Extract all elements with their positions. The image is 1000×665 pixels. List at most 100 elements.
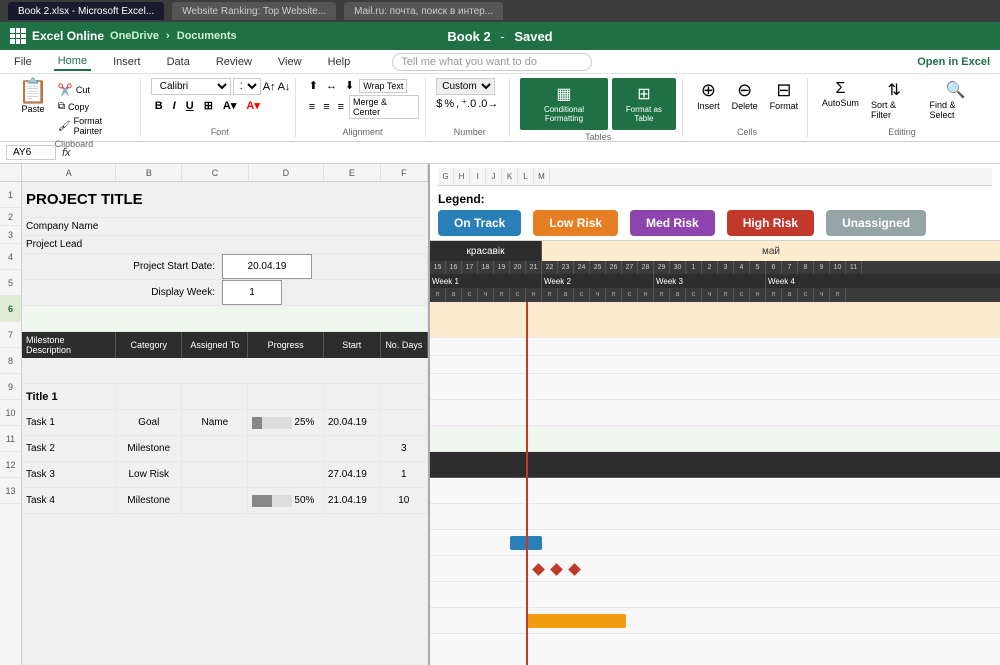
menu-insert[interactable]: Insert xyxy=(109,54,145,70)
empty-cell-8 xyxy=(22,358,428,383)
fill-color-button[interactable]: A▾ xyxy=(219,97,240,114)
align-top-button[interactable]: ⬆ xyxy=(306,78,321,93)
task1-desc[interactable]: Task 1 xyxy=(22,410,116,435)
align-bottom-button[interactable]: ⬇ xyxy=(342,78,357,93)
menu-home[interactable]: Home xyxy=(54,53,91,71)
currency-button[interactable]: $ xyxy=(436,98,442,110)
border-button[interactable]: ⊞ xyxy=(200,97,217,114)
company-name-cell[interactable]: Company Name xyxy=(22,218,428,235)
menu-view[interactable]: View xyxy=(274,54,306,70)
decimal-increase-button[interactable]: ⁺.0 xyxy=(461,97,476,110)
browser-tab-excel[interactable]: Book 2.xlsx - Microsoft Excel... xyxy=(8,2,164,20)
project-title-cell[interactable]: PROJECT TITLE xyxy=(22,182,428,217)
align-left-button[interactable]: ≡ xyxy=(306,100,318,114)
gantt-day-7: 7 xyxy=(782,261,798,274)
start-date-value[interactable]: 20.04.19 xyxy=(222,254,312,279)
task2-days[interactable]: 3 xyxy=(381,436,428,461)
col-header-l: L xyxy=(518,168,534,185)
task1-start[interactable]: 20.04.19 xyxy=(324,410,381,435)
task3-desc[interactable]: Task 3 xyxy=(22,462,116,487)
insert-button[interactable]: ⊕ Insert xyxy=(693,78,724,113)
task3-days[interactable]: 1 xyxy=(381,462,428,487)
align-center-button[interactable]: ≡ xyxy=(320,100,332,114)
gantt-dow-16: а xyxy=(670,288,686,302)
gantt-row-8 xyxy=(430,478,1000,504)
ribbon-font-group: Calibri 10 A↑ A↓ B I U ⊞ A▾ A▾ Font xyxy=(145,78,296,137)
copy-button[interactable]: ⧉Copy xyxy=(56,100,134,113)
font-shrink-button[interactable]: A↓ xyxy=(278,81,291,93)
browser-tab-ranking[interactable]: Website Ranking: Top Website... xyxy=(172,2,336,20)
number-format-selector[interactable]: Custom xyxy=(436,78,495,95)
task4-cat[interactable]: Milestone xyxy=(116,488,182,513)
gantt-day-8: 8 xyxy=(798,261,814,274)
tell-me-input[interactable]: Tell me what you want to do xyxy=(392,53,592,71)
gantt-dow-4: ч xyxy=(478,288,494,302)
gantt-dow-13: с xyxy=(622,288,638,302)
align-middle-button[interactable]: ↔ xyxy=(323,79,340,93)
task2-progress xyxy=(248,436,323,461)
gantt-day-25: 25 xyxy=(590,261,606,274)
wrap-text-button[interactable]: Wrap Text xyxy=(359,79,407,93)
legend-unassigned: Unassigned xyxy=(826,210,926,236)
paste-button[interactable]: 📋 Paste xyxy=(14,78,52,116)
menu-review[interactable]: Review xyxy=(212,54,256,70)
font-size-selector[interactable]: 10 xyxy=(233,78,261,95)
task1-assigned[interactable]: Name xyxy=(182,410,248,435)
onedrive-breadcrumb[interactable]: OneDrive › Documents xyxy=(110,30,237,42)
task3-start[interactable]: 27.04.19 xyxy=(324,462,381,487)
merge-center-button[interactable]: Merge & Center xyxy=(349,95,419,119)
format-painter-button[interactable]: 🖌Format Painter xyxy=(56,115,134,137)
gantt-day-27: 27 xyxy=(622,261,638,274)
decimal-decrease-button[interactable]: .0→ xyxy=(478,98,498,110)
menu-help[interactable]: Help xyxy=(324,54,355,70)
gantt-row-11 xyxy=(430,556,1000,582)
open-in-excel-link[interactable]: Open in Excel xyxy=(917,56,990,68)
gantt-dow-row: п а с ч п с н п а с ч п с н п а с xyxy=(430,288,1000,302)
gantt-day-16: 16 xyxy=(446,261,462,274)
task4-days[interactable]: 10 xyxy=(381,488,428,513)
percent-button[interactable]: % xyxy=(444,98,454,110)
cut-button[interactable]: ✂️Cut xyxy=(56,82,134,98)
format-button[interactable]: ⊟ Format xyxy=(766,78,803,113)
workbook-title: Book 2 - Saved xyxy=(447,29,552,44)
gantt-day-18: 18 xyxy=(478,261,494,274)
task2-desc[interactable]: Task 2 xyxy=(22,436,116,461)
gantt-dow-10: с xyxy=(574,288,590,302)
formula-input[interactable] xyxy=(77,147,994,159)
display-week-value[interactable]: 1 xyxy=(222,280,282,305)
delete-button[interactable]: ⊖ Delete xyxy=(728,78,762,113)
nodays-header: No. Days xyxy=(381,332,428,358)
underline-button[interactable]: U xyxy=(182,98,198,114)
gantt-dow-6: с xyxy=(510,288,526,302)
gantt-day-28: 28 xyxy=(638,261,654,274)
project-lead-cell[interactable]: Project Lead xyxy=(22,236,428,253)
task3-cat[interactable]: Low Risk xyxy=(116,462,182,487)
task4-desc[interactable]: Task 4 xyxy=(22,488,116,513)
formula-bar: AY6 fx xyxy=(0,142,1000,164)
font-name-selector[interactable]: Calibri xyxy=(151,78,231,95)
menu-data[interactable]: Data xyxy=(163,54,194,70)
menu-file[interactable]: File xyxy=(10,54,36,70)
gantt-week3-cell: Week 3 xyxy=(654,274,766,288)
task1-cat[interactable]: Goal xyxy=(116,410,182,435)
legend-high-risk: High Risk xyxy=(727,210,814,236)
autosum-button[interactable]: Σ AutoSum xyxy=(818,78,863,110)
gantt-day-24: 24 xyxy=(574,261,590,274)
bold-button[interactable]: B xyxy=(151,98,167,114)
format-as-table-button[interactable]: ⊞ Format as Table xyxy=(612,78,676,130)
font-color-button[interactable]: A▾ xyxy=(242,97,263,114)
sort-filter-button[interactable]: ⇅ Sort & Filter xyxy=(867,78,922,122)
title1-cell[interactable]: Title 1 xyxy=(22,384,116,409)
task2-cat[interactable]: Milestone xyxy=(116,436,182,461)
browser-tab-mail[interactable]: Mail.ru: почта, поиск в интер... xyxy=(344,2,503,20)
comma-button[interactable]: , xyxy=(456,98,459,110)
cell-reference[interactable]: AY6 xyxy=(6,145,56,160)
task4-start[interactable]: 21.04.19 xyxy=(324,488,381,513)
italic-button[interactable]: I xyxy=(169,98,180,114)
align-right-button[interactable]: ≡ xyxy=(335,100,347,114)
title1-cat xyxy=(116,384,182,409)
find-select-button[interactable]: 🔍 Find & Select xyxy=(926,78,986,122)
conditional-formatting-button[interactable]: ▦ Conditional Formatting xyxy=(520,78,607,130)
font-grow-button[interactable]: A↑ xyxy=(263,81,276,93)
row-num-12: 12 xyxy=(0,452,21,478)
